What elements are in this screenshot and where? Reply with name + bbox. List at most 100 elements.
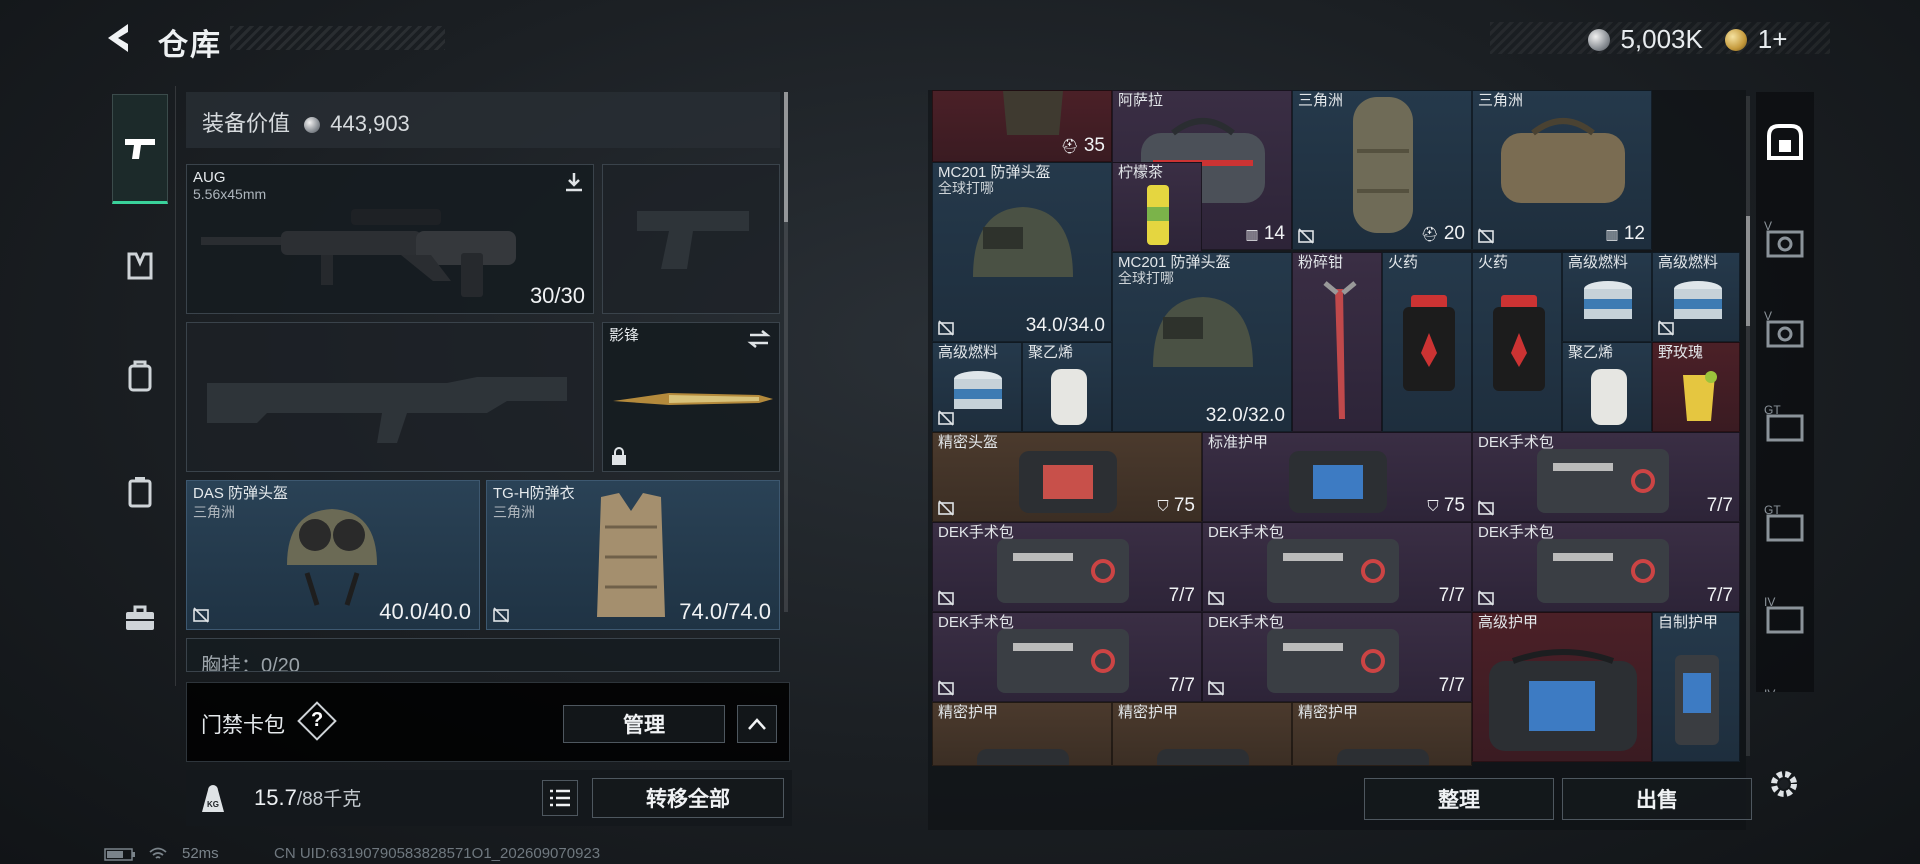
inventory-item-surgery-kit[interactable]: DEK手术包 7/7 — [1472, 522, 1740, 612]
inventory-item-bolt-cutter[interactable]: 粉碎钳 — [1292, 252, 1382, 432]
no-insure-icon — [938, 590, 954, 606]
battery-icon — [104, 848, 135, 861]
inventory-item-homemade-armor[interactable]: 自制护甲 — [1652, 612, 1740, 762]
manage-button[interactable]: 管理 — [563, 705, 725, 743]
loadout-scrollbar[interactable] — [784, 92, 788, 612]
inventory-item-surgery-kit[interactable]: DEK手术包 7/7 — [1202, 522, 1472, 612]
item-uses: 7/7 — [1706, 585, 1733, 606]
inventory-item-wild-rose[interactable]: 野玫瑰 — [1652, 342, 1740, 432]
item-count: 35 — [1083, 135, 1105, 156]
inventory-item-polyethylene[interactable]: 聚乙烯 — [1022, 342, 1112, 432]
tab-weapons[interactable] — [112, 94, 168, 204]
safe-tab[interactable] — [1756, 92, 1814, 192]
case-image — [1157, 749, 1249, 765]
surgery-kit-image — [1267, 629, 1399, 693]
case-image — [1337, 749, 1429, 765]
collapse-button[interactable] — [737, 705, 777, 743]
transfer-all-button[interactable]: 转移全部 — [592, 778, 784, 818]
item-name: MC201 防弹头盔 — [938, 164, 1051, 181]
inventory-item-polyethylene[interactable]: 聚乙烯 — [1562, 342, 1652, 432]
swap-icon[interactable] — [747, 329, 771, 349]
inventory-item-surgery-kit[interactable]: DEK手术包 7/7 — [1202, 612, 1472, 702]
item-name: 高级燃料 — [1568, 254, 1629, 271]
item-name: 精密护甲 — [938, 704, 999, 721]
list-view-button[interactable] — [542, 780, 578, 816]
no-insure-icon — [938, 500, 954, 516]
tab-backpack[interactable] — [112, 348, 168, 404]
primary-weapon-slot[interactable]: AUG 5.56x45mm 30/30 — [186, 164, 594, 314]
inventory-item-surgery-kit[interactable]: DEK手术包 7/7 — [932, 612, 1202, 702]
item-name: 高级护甲 — [1478, 614, 1539, 631]
tab-chest-rig[interactable] — [112, 238, 168, 294]
inventory-item-precision-armor[interactable]: 精密护甲 — [1112, 702, 1292, 766]
chest-rig-slot[interactable]: 胸挂：0/20 — [186, 638, 780, 672]
helmet-slot[interactable]: DAS 防弹头盔 三角洲 40.0/40.0 — [186, 480, 480, 630]
item-name: 精密护甲 — [1118, 704, 1179, 721]
inventory-item-fuel[interactable]: 高级燃料 — [932, 342, 1022, 432]
weight-row: KG 15.7/88千克 转移全部 — [186, 770, 792, 826]
bolt-cutter-image — [1323, 281, 1357, 419]
item-name: 聚乙烯 — [1028, 344, 1074, 361]
inventory-item-helmet-mc201[interactable]: MC201 防弹头盔 全球打哪 32.0/32.0 — [1112, 252, 1292, 432]
surgery-kit-image — [1537, 449, 1669, 513]
inventory-item-gunpowder[interactable]: 火药 — [1382, 252, 1472, 432]
inventory-item-standard-armor[interactable]: 标准护甲 ⛉ 75 — [1202, 432, 1472, 522]
ping-text: 52ms — [182, 845, 219, 862]
download-icon[interactable] — [563, 171, 585, 193]
inventory-item-duffel-tan[interactable]: 三角洲 ▥ 12 — [1472, 90, 1652, 250]
inventory-item-advanced-armor[interactable]: 高级护甲 — [1472, 612, 1652, 762]
inventory-item-gunpowder[interactable]: 火药 — [1472, 252, 1562, 432]
aug-rifle-image — [201, 209, 516, 297]
tab-container[interactable] — [112, 464, 168, 520]
container-tab-v[interactable]: V — [1762, 216, 1808, 262]
item-name: 火药 — [1478, 254, 1509, 271]
container-tab-gt[interactable]: GT — [1762, 400, 1808, 446]
melee-slot[interactable]: 影锋 — [602, 322, 780, 472]
chest-rig-capacity: 胸挂：0/20 — [201, 655, 300, 672]
inventory-item-fuel[interactable]: 高级燃料 — [1652, 252, 1740, 342]
container-gt2-icon: GT — [1764, 503, 1804, 542]
no-insure-icon — [1478, 500, 1494, 516]
inventory-item-helmet-mc201[interactable]: MC201 防弹头盔 全球打哪 34.0/34.0 — [932, 162, 1112, 342]
settings-button[interactable] — [1764, 764, 1804, 804]
inventory-item-precision-armor[interactable]: 精密护甲 — [1292, 702, 1472, 766]
equipment-value-label: 装备价值 — [202, 111, 291, 136]
inventory-item-sack[interactable]: 三角洲 ⛑ 20 — [1292, 90, 1472, 250]
container-tab-v2[interactable]: V — [1762, 306, 1808, 352]
inventory-item-fuel[interactable]: 高级燃料 — [1562, 252, 1652, 342]
max-weight: /88千克 — [296, 789, 362, 810]
item-uses: 7/7 — [1438, 675, 1465, 696]
back-arrow-icon[interactable] — [100, 18, 140, 58]
inventory-item-bag[interactable]: ⛑ 35 — [932, 90, 1112, 162]
vest-icon — [127, 252, 153, 280]
armor-image — [597, 493, 665, 617]
helmet-durability: 40.0/40.0 — [379, 599, 471, 624]
sell-button[interactable]: 出售 — [1562, 778, 1752, 820]
container-tab-iv2[interactable]: IV — [1762, 684, 1808, 692]
case-image — [977, 749, 1069, 765]
item-name: 三角洲 — [1298, 92, 1344, 109]
inventory-item-precision-helmet[interactable]: 精密头盔 ⛉ 75 — [932, 432, 1202, 522]
inventory-item-lemon-tea[interactable]: 柠檬茶 — [1112, 162, 1202, 252]
inventory-item-surgery-kit[interactable]: DEK手术包 7/7 — [932, 522, 1202, 612]
pistol-placeholder-icon — [637, 211, 749, 269]
container-tab-gt2[interactable]: GT — [1762, 500, 1808, 546]
sack-image — [1353, 97, 1413, 233]
gunpowder-jar-image — [1493, 295, 1545, 391]
gold-currency-value[interactable]: 1+ — [1758, 24, 1788, 54]
item-origin: 全球打哪 — [1118, 270, 1174, 286]
secondary-weapon-slot[interactable] — [602, 164, 780, 314]
inventory-item-surgery-kit[interactable]: DEK手术包 7/7 — [1472, 432, 1740, 522]
tab-toolbox[interactable] — [112, 590, 168, 646]
item-name: 粉碎钳 — [1298, 254, 1344, 271]
weight-icon: KG — [202, 785, 224, 812]
inventory-item-precision-armor[interactable]: 精密护甲 — [932, 702, 1112, 766]
inventory-scrollbar[interactable] — [1746, 96, 1750, 756]
chevron-up-icon — [748, 718, 766, 730]
sort-button[interactable]: 整理 — [1364, 778, 1554, 820]
surgery-kit-image — [997, 629, 1129, 693]
armor-slot[interactable]: TG-H防弹衣 三角洲 74.0/74.0 — [486, 480, 780, 630]
container-tab-iv[interactable]: IV — [1762, 592, 1808, 638]
container-gt-icon: GT — [1764, 403, 1804, 442]
secondary-primary-slot[interactable] — [186, 322, 594, 472]
